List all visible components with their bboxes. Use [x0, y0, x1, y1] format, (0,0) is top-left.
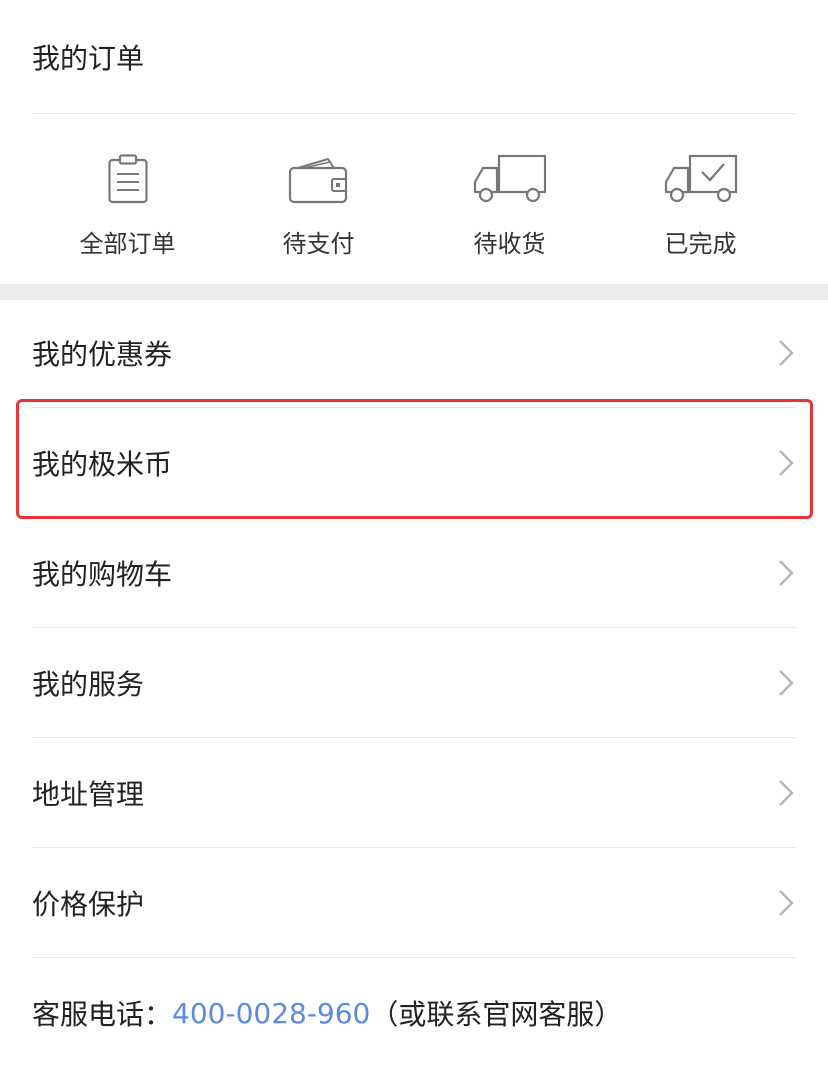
chevron-right-icon: [779, 779, 794, 806]
wallet-icon: [288, 148, 350, 204]
truck-icon: [473, 148, 547, 204]
menu-item-label: 我的服务: [32, 667, 145, 701]
order-pending-delivery-label: 待收货: [473, 230, 546, 258]
service-label: 客服电话：: [32, 998, 173, 1031]
order-pending-delivery-button[interactable]: 待收货: [414, 114, 605, 284]
menu-item-label: 价格保护: [32, 887, 145, 921]
chevron-right-icon: [779, 669, 794, 696]
order-pending-payment-label: 待支付: [282, 230, 355, 258]
orders-title: 我的订单: [32, 0, 796, 114]
menu-item-label: 我的购物车: [32, 557, 173, 591]
order-status-row: 全部订单 待支付 待收货 已完成: [32, 114, 796, 284]
chevron-right-icon: [779, 889, 794, 916]
menu-item-label: 地址管理: [32, 777, 145, 811]
chevron-right-icon: [779, 339, 794, 366]
truck-check-icon: [664, 148, 738, 204]
menu-item-address[interactable]: 地址管理: [32, 738, 796, 848]
order-all-label: 全部订单: [79, 230, 176, 258]
order-all-button[interactable]: 全部订单: [32, 114, 223, 284]
menu-item-price-protection[interactable]: 价格保护: [32, 848, 796, 958]
menu-item-cart[interactable]: 我的购物车: [32, 518, 796, 628]
account-page: 我的订单 全部订单 待支付 待收货 已完成 我的优惠券 我的极米币 我的购物车 …: [0, 0, 828, 1066]
customer-service-line: 客服电话： 400-0028-960 （或联系官网客服）: [32, 958, 796, 1066]
menu-item-coupons[interactable]: 我的优惠券: [32, 298, 796, 408]
menu-item-services[interactable]: 我的服务: [32, 628, 796, 738]
order-completed-button[interactable]: 已完成: [605, 114, 796, 284]
order-completed-label: 已完成: [664, 230, 737, 258]
chevron-right-icon: [779, 449, 794, 476]
clipboard-icon: [107, 148, 148, 204]
order-pending-payment-button[interactable]: 待支付: [223, 114, 414, 284]
service-phone-link[interactable]: 400-0028-960: [172, 997, 370, 1030]
menu-item-jimi-coins[interactable]: 我的极米币: [32, 408, 796, 518]
service-note: （或联系官网客服）: [370, 998, 623, 1031]
chevron-right-icon: [779, 559, 794, 586]
menu-item-label: 我的极米币: [32, 447, 173, 481]
menu-item-label: 我的优惠券: [32, 337, 173, 371]
